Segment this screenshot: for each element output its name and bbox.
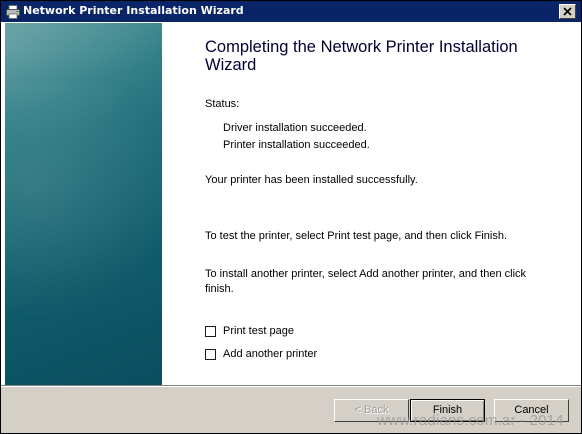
another-instruction: To install another printer, select Add a…	[205, 268, 527, 295]
wizard-body: Completing the Network Printer Installat…	[1, 22, 581, 385]
printer-icon	[6, 4, 20, 19]
add-another-printer-label[interactable]: Add another printer	[223, 348, 317, 360]
wizard-window: Network Printer Installation Wizard Comp…	[0, 0, 582, 434]
print-test-page-label[interactable]: Print test page	[223, 325, 294, 337]
add-another-printer-checkbox[interactable]	[205, 349, 216, 360]
test-instruction: To test the printer, select Print test p…	[205, 230, 508, 242]
status-label: Status:	[205, 98, 240, 110]
installed-message: Your printer has been installed successf…	[205, 174, 418, 186]
button-separator	[1, 385, 581, 387]
page-title: Completing the Network Printer Installat…	[205, 38, 518, 74]
wizard-content: Completing the Network Printer Installat…	[205, 22, 565, 385]
title-bar[interactable]: Network Printer Installation Wizard	[1, 1, 581, 22]
watermark: www.radians.com.ar - 2014	[377, 412, 564, 429]
close-button[interactable]	[559, 4, 576, 19]
window-title: Network Printer Installation Wizard	[23, 4, 244, 17]
status-driver: Driver installation succeeded.	[223, 122, 367, 134]
wizard-side-banner	[5, 23, 162, 385]
print-test-page-checkbox[interactable]	[205, 326, 216, 337]
status-printer: Printer installation succeeded.	[223, 139, 370, 151]
banner-shading	[5, 83, 162, 343]
